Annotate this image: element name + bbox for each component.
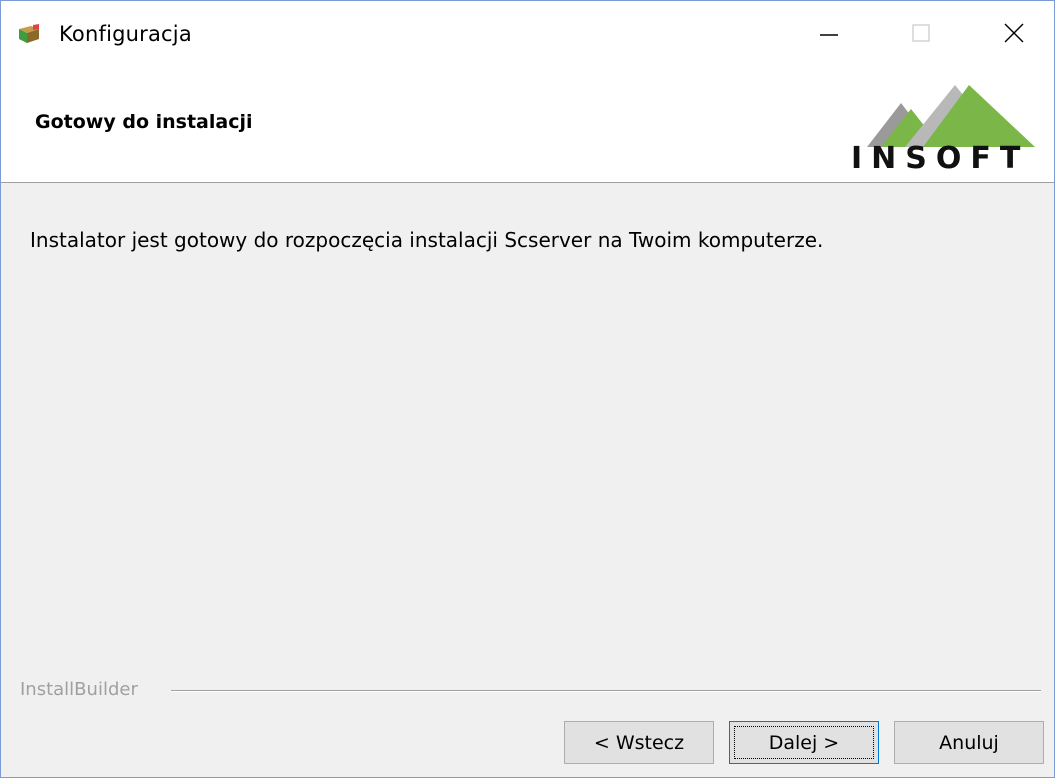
title-bar[interactable]: Konfiguracja (1, 1, 1054, 61)
focus-ring (734, 726, 874, 759)
back-button[interactable]: < Wstecz (564, 721, 714, 764)
next-button[interactable]: Dalej > (729, 721, 879, 764)
wizard-header: Gotowy do instalacji INSOFT (1, 61, 1054, 183)
branding-label: InstallBuilder (20, 679, 146, 700)
insoft-logo: INSOFT (851, 85, 1035, 171)
branding-divider (171, 690, 1041, 692)
close-icon (1004, 23, 1024, 43)
logo-text: INSOFT (851, 141, 1029, 171)
window-title: Konfiguracja (59, 22, 192, 46)
ready-message: Instalator jest gotowy do rozpoczęcia in… (30, 228, 824, 252)
page-title: Gotowy do instalacji (35, 111, 253, 133)
installer-window: Konfiguracja Gotowy do instalacji INSOFT (0, 0, 1055, 778)
close-button[interactable] (986, 11, 1042, 55)
minimize-button[interactable] (801, 11, 857, 55)
maximize-icon (912, 24, 930, 42)
installer-app-icon (19, 24, 39, 43)
cancel-button[interactable]: Anuluj (894, 721, 1044, 764)
minimize-icon (820, 34, 838, 36)
maximize-button[interactable] (893, 11, 949, 55)
